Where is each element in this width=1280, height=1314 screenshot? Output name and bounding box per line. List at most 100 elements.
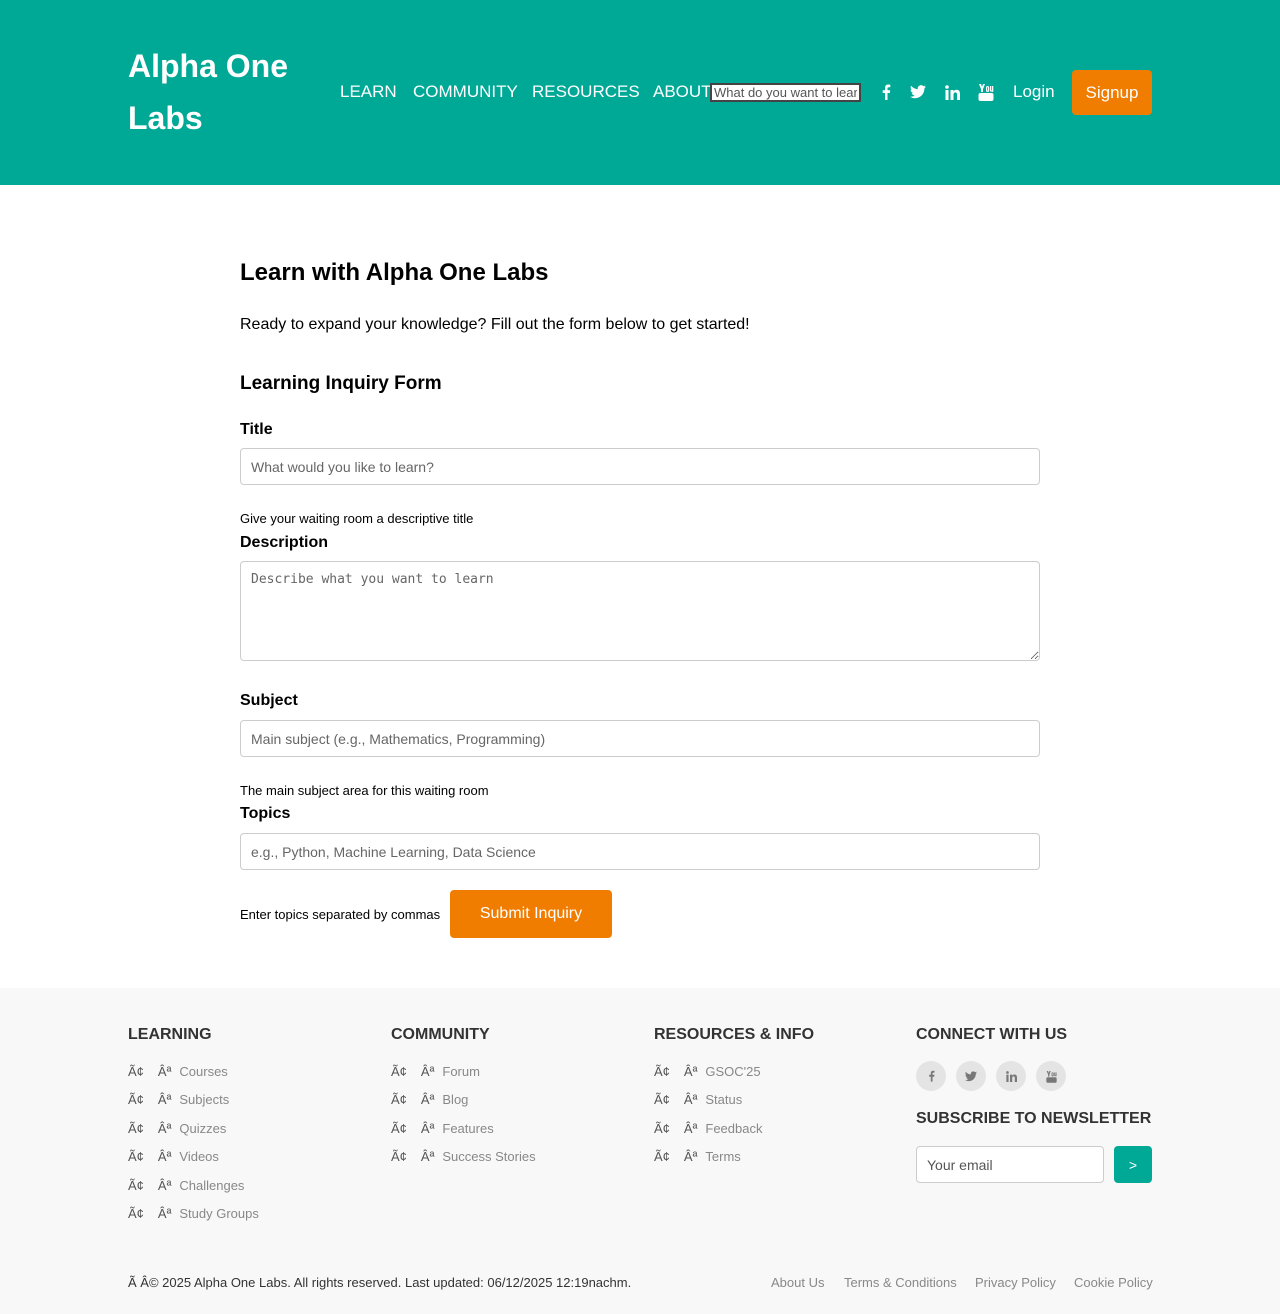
bullet-glyph-b: Âª: [683, 1064, 698, 1079]
footer-link-status[interactable]: Ã¢ Âª Status: [654, 1092, 742, 1107]
subject-help-text: The main subject area for this waiting r…: [240, 783, 489, 798]
bullet-glyph-a: Ã¢: [391, 1064, 407, 1079]
subject-input[interactable]: [240, 720, 1040, 757]
bullet-glyph-b: Âª: [157, 1092, 172, 1107]
bullet-glyph-a: Ã¢: [391, 1149, 407, 1164]
footer-link-label: Quizzes: [179, 1121, 227, 1136]
page-title: Learn with Alpha One Labs: [240, 259, 549, 286]
bullet-glyph-b: Âª: [683, 1121, 698, 1136]
bullet-glyph-b: Âª: [157, 1064, 172, 1079]
bullet-glyph-b: Âª: [420, 1121, 435, 1136]
login-link[interactable]: Login: [1013, 80, 1055, 104]
title-input[interactable]: [240, 448, 1040, 485]
description-label: Description: [240, 534, 329, 551]
youtube-icon[interactable]: [1036, 1061, 1066, 1091]
bullet-glyph-a: Ã¢: [128, 1206, 144, 1221]
footer-legal-terms[interactable]: Terms & Conditions: [844, 1275, 957, 1290]
nav-learn[interactable]: LEARN: [340, 80, 397, 104]
bullet-glyph-a: Ã¢: [128, 1092, 144, 1107]
site-header: Alpha One Labs LEARN COMMUNITY RESOURCES…: [0, 0, 1280, 185]
footer-link-success-stories[interactable]: Ã¢ Âª Success Stories: [391, 1149, 536, 1164]
newsletter-submit-button[interactable]: >: [1114, 1146, 1152, 1183]
footer-community-heading: COMMUNITY: [391, 1026, 490, 1043]
bullet-glyph-a: Ã¢: [654, 1121, 670, 1136]
footer-legal-privacy[interactable]: Privacy Policy: [975, 1275, 1056, 1290]
bullet-glyph-b: Âª: [157, 1149, 172, 1164]
bullet-glyph-b: Âª: [683, 1149, 698, 1164]
twitter-icon[interactable]: [908, 82, 928, 102]
topics-help-text: Enter topics separated by commas: [240, 907, 441, 922]
newsletter-email-input[interactable]: [916, 1146, 1104, 1183]
newsletter-heading: SUBSCRIBE TO NEWSLETTER: [916, 1110, 1152, 1127]
footer-legal-cookie[interactable]: Cookie Policy: [1074, 1275, 1153, 1290]
linkedin-icon[interactable]: [942, 82, 962, 102]
footer-link-videos[interactable]: Ã¢ Âª Videos: [128, 1149, 219, 1164]
bullet-glyph-a: Ã¢: [128, 1149, 144, 1164]
footer-link-terms[interactable]: Ã¢ Âª Terms: [654, 1149, 741, 1164]
footer-learning-heading: LEARNING: [128, 1026, 212, 1043]
footer-link-feedback[interactable]: Ã¢ Âª Feedback: [654, 1121, 762, 1136]
bullet-glyph-b: Âª: [420, 1092, 435, 1107]
submit-inquiry-button[interactable]: Submit Inquiry: [450, 890, 612, 938]
bullet-glyph-a: Ã¢: [128, 1178, 144, 1193]
bullet-glyph-a: Ã¢: [654, 1064, 670, 1079]
footer-legal-about[interactable]: About Us: [771, 1275, 824, 1290]
bullet-glyph-b: Âª: [420, 1149, 435, 1164]
footer-link-study-groups[interactable]: Ã¢ Âª Study Groups: [128, 1206, 259, 1221]
youtube-icon[interactable]: [976, 82, 996, 102]
copyright-text: Ã Â© 2025 Alpha One Labs. All rights res…: [128, 1275, 632, 1290]
footer-link-label: Forum: [442, 1064, 480, 1079]
footer-link-label: Challenges: [179, 1178, 245, 1193]
title-help-text: Give your waiting room a descriptive tit…: [240, 511, 474, 526]
topics-label: Topics: [240, 805, 291, 822]
footer-link-label: Feedback: [705, 1121, 763, 1136]
footer-connect-heading: CONNECT WITH US: [916, 1026, 1068, 1043]
footer-link-blog[interactable]: Ã¢ Âª Blog: [391, 1092, 468, 1107]
bullet-glyph-b: Âª: [157, 1206, 172, 1221]
footer-link-gsoc[interactable]: Ã¢ Âª GSOC'25: [654, 1064, 761, 1079]
subject-label: Subject: [240, 692, 298, 709]
footer-link-label: Blog: [442, 1092, 469, 1107]
footer-link-label: GSOC'25: [705, 1064, 761, 1079]
bullet-glyph-a: Ã¢: [128, 1064, 144, 1079]
intro-text: Ready to expand your knowledge? Fill out…: [240, 316, 750, 333]
form-title: Learning Inquiry Form: [240, 373, 442, 394]
facebook-icon[interactable]: [916, 1061, 946, 1091]
footer-link-label: Success Stories: [442, 1149, 536, 1164]
footer-link-label: Features: [442, 1121, 494, 1136]
footer-resources-heading: RESOURCES & INFO: [654, 1026, 815, 1043]
twitter-icon[interactable]: [956, 1061, 986, 1091]
nav-about[interactable]: ABOUT: [653, 80, 712, 104]
title-label: Title: [240, 421, 273, 438]
nav-resources[interactable]: RESOURCES: [532, 80, 640, 104]
footer-link-courses[interactable]: Ã¢ Âª Courses: [128, 1064, 228, 1079]
linkedin-icon[interactable]: [996, 1061, 1026, 1091]
bullet-glyph-a: Ã¢: [128, 1121, 144, 1136]
bullet-glyph-a: Ã¢: [654, 1149, 670, 1164]
bullet-glyph-b: Âª: [683, 1092, 698, 1107]
footer-link-forum[interactable]: Ã¢ Âª Forum: [391, 1064, 480, 1079]
bullet-glyph-b: Âª: [420, 1064, 435, 1079]
footer-link-label: Study Groups: [179, 1206, 259, 1221]
footer-link-label: Courses: [179, 1064, 228, 1079]
nav-community[interactable]: COMMUNITY: [413, 80, 518, 104]
bullet-glyph-b: Âª: [157, 1178, 172, 1193]
signup-button[interactable]: Signup: [1072, 70, 1152, 115]
footer-link-quizzes[interactable]: Ã¢ Âª Quizzes: [128, 1121, 226, 1136]
footer-link-label: Terms: [705, 1149, 741, 1164]
bullet-glyph-a: Ã¢: [654, 1092, 670, 1107]
description-textarea[interactable]: [240, 561, 1040, 661]
footer-link-label: Subjects: [179, 1092, 230, 1107]
bullet-glyph-b: Âª: [157, 1121, 172, 1136]
footer-link-challenges[interactable]: Ã¢ Âª Challenges: [128, 1178, 244, 1193]
footer-link-label: Status: [705, 1092, 743, 1107]
footer-link-subjects[interactable]: Ã¢ Âª Subjects: [128, 1092, 229, 1107]
footer-link-features[interactable]: Ã¢ Âª Features: [391, 1121, 494, 1136]
header-search-input[interactable]: [710, 83, 861, 102]
facebook-icon[interactable]: [876, 82, 896, 102]
bullet-glyph-a: Ã¢: [391, 1121, 407, 1136]
topics-input[interactable]: [240, 833, 1040, 870]
brand-logo-text[interactable]: Alpha One Labs: [128, 40, 318, 144]
bullet-glyph-a: Ã¢: [391, 1092, 407, 1107]
footer-link-label: Videos: [179, 1149, 219, 1164]
